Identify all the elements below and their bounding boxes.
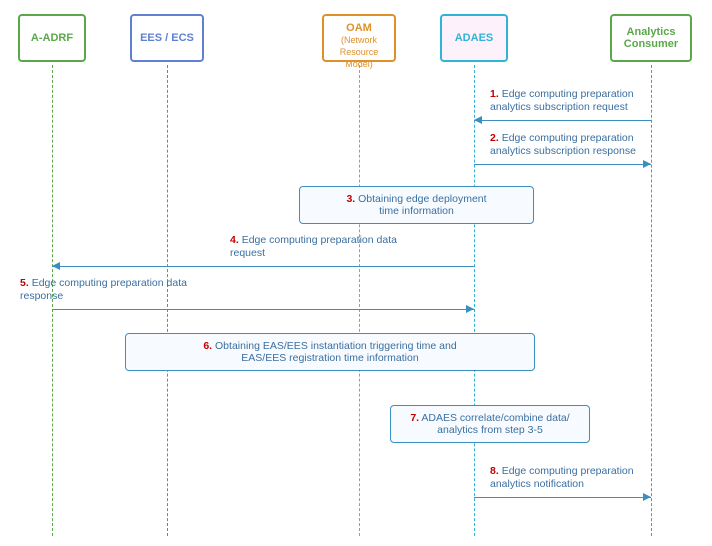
msg2-arrow bbox=[474, 164, 651, 165]
msg5-head bbox=[466, 305, 474, 313]
msg5-arrow bbox=[52, 309, 474, 310]
msg-text: Edge computing preparation analytics not… bbox=[490, 465, 634, 490]
msg-text: Edge computing preparation analytics sub… bbox=[490, 132, 636, 157]
msg-num: 2. bbox=[490, 132, 499, 144]
lifeline-consumer bbox=[651, 65, 652, 536]
box7: 7. ADAES correlate/combine data/ analyti… bbox=[390, 405, 590, 443]
msg-text: Edge computing preparation data request bbox=[230, 234, 397, 259]
actor-label: EES / ECS bbox=[140, 32, 194, 44]
sequence-diagram: A-ADRF EES / ECS OAM (Network Resource M… bbox=[10, 10, 702, 536]
box6: 6. Obtaining EAS/EES instantiation trigg… bbox=[125, 333, 535, 371]
box-text: ADAES correlate/combine data/ analytics … bbox=[421, 412, 569, 436]
msg1-arrow bbox=[474, 120, 651, 121]
actor-consumer: Analytics Consumer bbox=[610, 14, 692, 62]
box-text: Obtaining EAS/EES instantiation triggeri… bbox=[215, 340, 457, 364]
msg5-label: 5. Edge computing preparation data respo… bbox=[20, 277, 187, 303]
actor-adaes: ADAES bbox=[440, 14, 508, 62]
msg-num: 8. bbox=[490, 465, 499, 477]
msg-num: 5. bbox=[20, 277, 29, 289]
msg8-arrow bbox=[474, 497, 651, 498]
actor-aadrf: A-ADRF bbox=[18, 14, 86, 62]
msg1-label: 1. Edge computing preparation analytics … bbox=[490, 88, 634, 114]
lifeline-adaes bbox=[474, 65, 475, 536]
msg-text: Edge computing preparation analytics sub… bbox=[490, 88, 634, 113]
box-text: Obtaining edge deployment time informati… bbox=[358, 193, 486, 217]
actor-oam: OAM (Network Resource Model) bbox=[322, 14, 396, 62]
actor-sublabel: (Network Resource Model) bbox=[340, 35, 379, 69]
box-num: 6. bbox=[203, 340, 212, 352]
box3: 3. Obtaining edge deployment time inform… bbox=[299, 186, 534, 224]
box-num: 7. bbox=[410, 412, 419, 424]
msg2-label: 2. Edge computing preparation analytics … bbox=[490, 132, 636, 158]
box-num: 3. bbox=[346, 193, 355, 205]
actor-label: OAM bbox=[346, 22, 372, 34]
actor-ees-ecs: EES / ECS bbox=[130, 14, 204, 62]
actor-label: Analytics Consumer bbox=[614, 26, 688, 50]
msg8-label: 8. Edge computing preparation analytics … bbox=[490, 465, 634, 491]
msg4-arrow bbox=[52, 266, 474, 267]
msg-num: 1. bbox=[490, 88, 499, 100]
msg1-head bbox=[474, 116, 482, 124]
msg4-head bbox=[52, 262, 60, 270]
actor-label: ADAES bbox=[455, 32, 494, 44]
msg2-head bbox=[643, 160, 651, 168]
actor-label: A-ADRF bbox=[31, 32, 73, 44]
msg8-head bbox=[643, 493, 651, 501]
msg-text: Edge computing preparation data response bbox=[20, 277, 187, 302]
msg4-label: 4. Edge computing preparation data reque… bbox=[230, 234, 397, 260]
lifeline-oam bbox=[359, 65, 360, 536]
msg-num: 4. bbox=[230, 234, 239, 246]
